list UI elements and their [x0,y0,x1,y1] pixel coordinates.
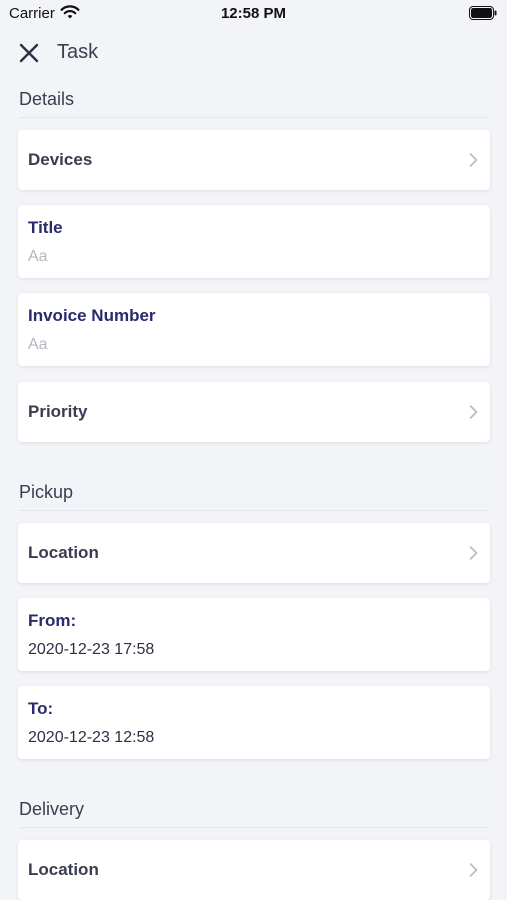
clock: 12:58 PM [220,5,287,22]
invoice-number-field[interactable]: Invoice Number Aa [18,293,490,366]
section-header-details: Details [19,89,75,109]
battery-icon [469,6,497,20]
section-divider [19,827,488,828]
title-label: Title [28,218,63,237]
pickup-location-label: Location [28,543,99,562]
delivery-location-label: Location [28,860,99,879]
section-header-delivery: Delivery [19,799,85,819]
section-divider [19,117,488,118]
invoice-number-label: Invoice Number [28,306,156,325]
delivery-location-row[interactable]: Location [18,840,490,900]
devices-row[interactable]: Devices [18,130,490,190]
close-icon[interactable] [18,42,40,64]
chevron-right-icon [469,863,478,877]
pickup-location-row[interactable]: Location [18,523,490,583]
devices-label: Devices [28,150,93,169]
chevron-right-icon [469,405,478,419]
chevron-right-icon [469,546,478,560]
pickup-from-field[interactable]: From: 2020-12-23 17:58 [18,598,490,671]
status-bar: Carrier 12:58 PM [0,0,507,28]
to-label: To: [28,699,54,718]
from-label: From: [28,611,77,630]
section-header-pickup: Pickup [19,482,74,502]
invoice-number-input[interactable]: Aa [28,336,48,354]
priority-label: Priority [28,402,88,421]
to-value[interactable]: 2020-12-23 12:58 [28,729,154,747]
chevron-right-icon [469,153,478,167]
nav-bar: Task [0,36,507,70]
page-title: Task [57,41,99,63]
priority-row[interactable]: Priority [18,382,490,442]
title-field[interactable]: Title Aa [18,205,490,278]
section-divider [19,510,488,511]
title-input[interactable]: Aa [28,248,48,266]
pickup-to-field[interactable]: To: 2020-12-23 12:58 [18,686,490,759]
from-value[interactable]: 2020-12-23 17:58 [28,641,154,659]
